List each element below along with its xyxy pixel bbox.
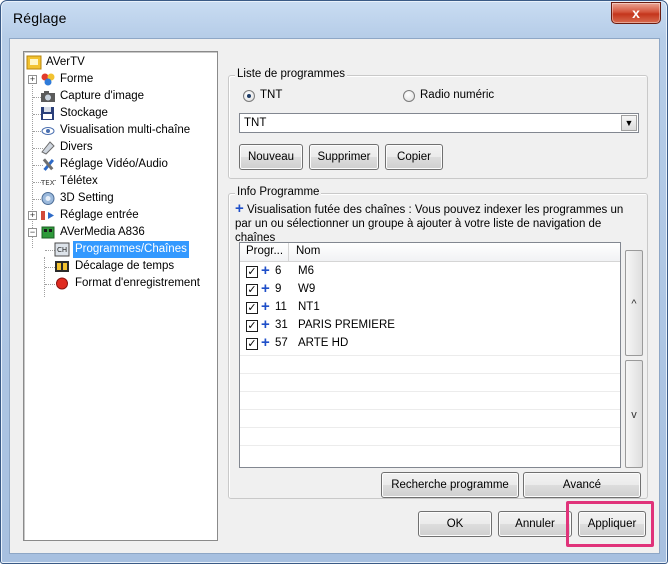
copier-button[interactable]: Copier xyxy=(385,144,443,170)
row-gridline xyxy=(240,355,620,356)
column-separator[interactable] xyxy=(288,243,289,262)
svg-text:CH: CH xyxy=(57,246,67,254)
table-row[interactable]: ✓ + 31 PARIS PREMIERE xyxy=(240,316,620,335)
table-row[interactable]: ✓ + 57 ARTE HD xyxy=(240,334,620,353)
settings-window: Réglage x AVerTV + Forme Capture d'image… xyxy=(0,0,668,564)
eye-icon xyxy=(41,127,55,135)
appliquer-highlight xyxy=(566,501,654,547)
3d-icon xyxy=(41,192,55,205)
column-header-nom[interactable]: Nom xyxy=(296,245,320,257)
programme-list-value: TNT xyxy=(244,117,267,129)
row-gridline xyxy=(240,391,620,392)
plus-icon[interactable]: + xyxy=(261,298,270,315)
info-programme-title: Info Programme xyxy=(235,186,322,198)
row-number: 31 xyxy=(275,319,288,331)
teletext-icon: TEXT xyxy=(40,179,56,187)
avance-button[interactable]: Avancé xyxy=(523,472,641,498)
row-name: ARTE HD xyxy=(298,337,349,349)
forme-icon xyxy=(41,73,55,86)
settings-tree[interactable]: AVerTV + Forme Capture d'image Stockage xyxy=(23,51,218,541)
info-programme-group: Info Programme + Visualisation futée des… xyxy=(228,186,648,499)
row-number: 6 xyxy=(275,265,282,277)
table-row[interactable]: ✓ + 9 W9 xyxy=(240,280,620,299)
avertv-icon xyxy=(26,55,42,70)
checkbox[interactable]: ✓ xyxy=(246,266,258,278)
tree-line xyxy=(44,257,45,297)
channel-list-header: Progr... Nom xyxy=(240,243,620,262)
window-title: Réglage xyxy=(13,10,67,26)
radio-tnt-label[interactable]: TNT xyxy=(260,89,282,101)
plus-icon[interactable]: + xyxy=(261,262,270,279)
liste-programmes-title: Liste de programmes xyxy=(235,68,348,80)
radio-radio-numerique[interactable] xyxy=(403,90,415,102)
row-name: M6 xyxy=(298,265,314,277)
programme-list-select[interactable]: TNT ▼ xyxy=(239,113,639,133)
expand-icon[interactable]: + xyxy=(28,75,37,84)
row-name: PARIS PREMIERE xyxy=(298,319,395,331)
supprimer-button[interactable]: Supprimer xyxy=(309,144,379,170)
row-number: 9 xyxy=(275,283,282,295)
checkbox[interactable]: ✓ xyxy=(246,284,258,296)
checkbox[interactable]: ✓ xyxy=(246,302,258,314)
checkbox[interactable]: ✓ xyxy=(246,338,258,350)
row-number: 11 xyxy=(275,301,287,313)
row-name: NT1 xyxy=(298,301,320,313)
row-gridline xyxy=(240,427,620,428)
checkbox[interactable]: ✓ xyxy=(246,320,258,332)
row-number: 57 xyxy=(275,337,288,349)
svg-text:TEXT: TEXT xyxy=(40,179,56,187)
row-name: W9 xyxy=(298,283,316,295)
tools-icon xyxy=(42,158,55,171)
scroll-up-button[interactable]: ^ xyxy=(625,250,643,356)
chevron-down-icon[interactable]: ▼ xyxy=(621,115,637,131)
row-gridline xyxy=(240,409,620,410)
record-icon xyxy=(56,277,68,290)
plus-icon[interactable]: + xyxy=(261,316,270,333)
channel-icon: CH xyxy=(54,242,70,257)
plus-icon: + xyxy=(235,200,244,217)
scroll-down-button[interactable]: v xyxy=(625,360,643,468)
plus-icon[interactable]: + xyxy=(261,280,270,297)
row-gridline xyxy=(240,445,620,446)
camera-icon xyxy=(41,91,55,102)
info-description: + Visualisation futée des chaînes : Vous… xyxy=(235,200,635,245)
liste-programmes-group: Liste de programmes TNT Radio numéric TN… xyxy=(228,68,648,179)
input-icon xyxy=(41,211,54,220)
row-gridline xyxy=(240,373,620,374)
channel-list[interactable]: Progr... Nom ✓ + 6 M6 ✓ + 9 W9 ✓ + 11 NT… xyxy=(239,242,621,468)
divers-icon xyxy=(41,141,55,155)
collapse-icon[interactable]: − xyxy=(28,228,37,237)
timeshift-icon xyxy=(55,261,69,272)
table-row[interactable]: ✓ + 11 NT1 xyxy=(240,298,620,317)
plus-icon[interactable]: + xyxy=(261,334,270,351)
close-button[interactable]: x xyxy=(611,2,661,24)
title-bar[interactable]: Réglage x xyxy=(1,1,667,37)
tree-line xyxy=(32,76,33,248)
device-icon xyxy=(41,226,55,239)
info-description-text: Visualisation futée des chaînes : Vous p… xyxy=(235,204,624,244)
column-header-progr[interactable]: Progr... xyxy=(246,245,283,257)
radio-tnt[interactable] xyxy=(243,90,255,102)
disk-icon xyxy=(41,107,54,120)
recherche-programme-button[interactable]: Recherche programme xyxy=(381,472,519,498)
ok-button[interactable]: OK xyxy=(418,511,492,537)
expand-icon[interactable]: + xyxy=(28,211,37,220)
table-row[interactable]: ✓ + 6 M6 xyxy=(240,262,620,281)
nouveau-button[interactable]: Nouveau xyxy=(239,144,303,170)
dialog-client: AVerTV + Forme Capture d'image Stockage xyxy=(9,38,660,554)
annuler-button[interactable]: Annuler xyxy=(498,511,572,537)
radio-radio-label[interactable]: Radio numéric xyxy=(420,89,494,101)
